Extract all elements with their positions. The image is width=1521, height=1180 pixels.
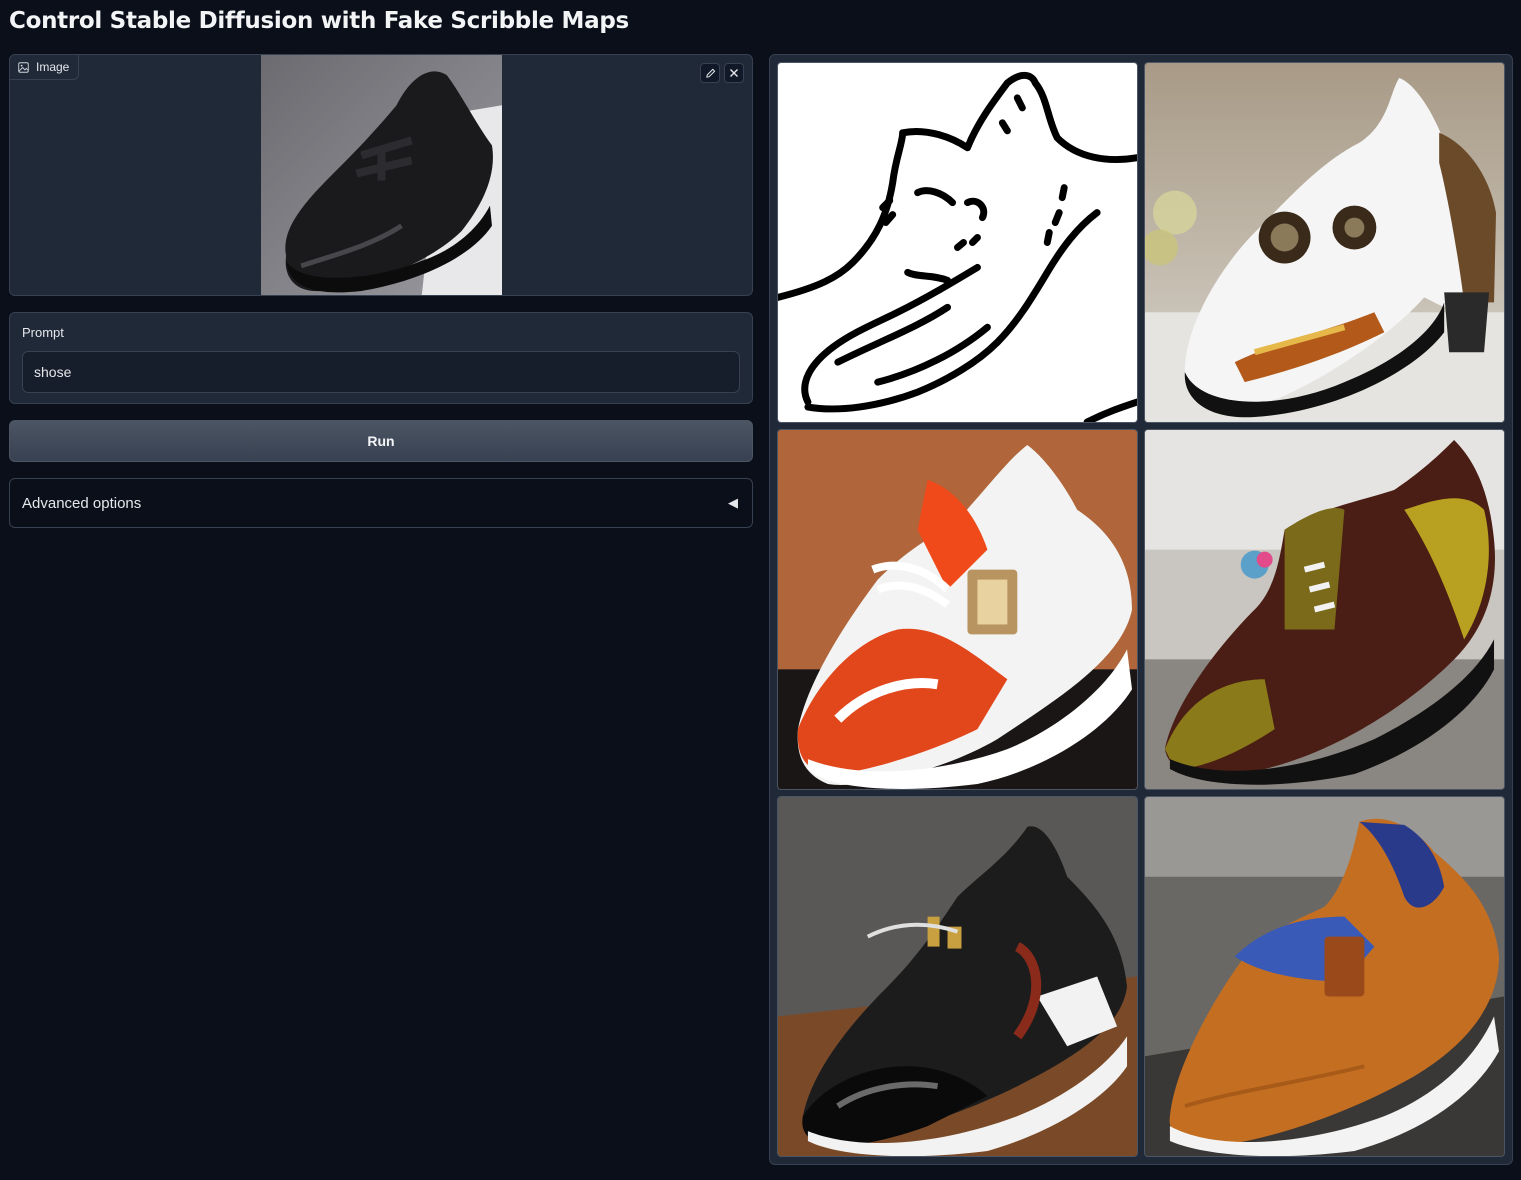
close-icon (730, 69, 738, 77)
gallery-item-orange-sneaker[interactable] (777, 429, 1138, 790)
clear-image-button[interactable] (724, 63, 744, 83)
prompt-input[interactable] (22, 351, 740, 393)
image-input-label: Image (10, 55, 80, 80)
gallery-item-scribble-map[interactable] (777, 62, 1138, 423)
output-gallery (769, 54, 1513, 1165)
advanced-options-accordion[interactable]: Advanced options ◀ (9, 478, 753, 528)
image-icon (18, 61, 29, 73)
scribble-map-image (778, 63, 1137, 422)
uploaded-shoe-image (261, 55, 502, 295)
advanced-options-label: Advanced options (22, 494, 142, 512)
gallery-item-black-leather-sneaker[interactable] (777, 796, 1138, 1157)
prompt-panel: Prompt (9, 312, 753, 404)
pencil-icon (705, 68, 715, 78)
orange-sneaker-image (778, 430, 1137, 789)
image-label-text: Image (36, 60, 70, 74)
edit-image-button[interactable] (700, 63, 720, 83)
prompt-label: Prompt (22, 325, 64, 340)
gallery-item-tan-leather-shoe[interactable] (1144, 796, 1505, 1157)
brown-gold-shoe-image (1145, 430, 1504, 789)
tan-leather-shoe-image (1145, 797, 1504, 1156)
white-dress-shoe-image (1145, 63, 1504, 422)
run-button[interactable]: Run (9, 420, 753, 462)
gallery-item-white-dress-shoe[interactable] (1144, 62, 1505, 423)
triangle-left-icon: ◀ (728, 495, 738, 510)
black-leather-sneaker-image (778, 797, 1137, 1156)
page-title: Control Stable Diffusion with Fake Scrib… (9, 8, 629, 34)
image-input[interactable]: Image (9, 54, 753, 296)
gallery-item-brown-gold-shoe[interactable] (1144, 429, 1505, 790)
